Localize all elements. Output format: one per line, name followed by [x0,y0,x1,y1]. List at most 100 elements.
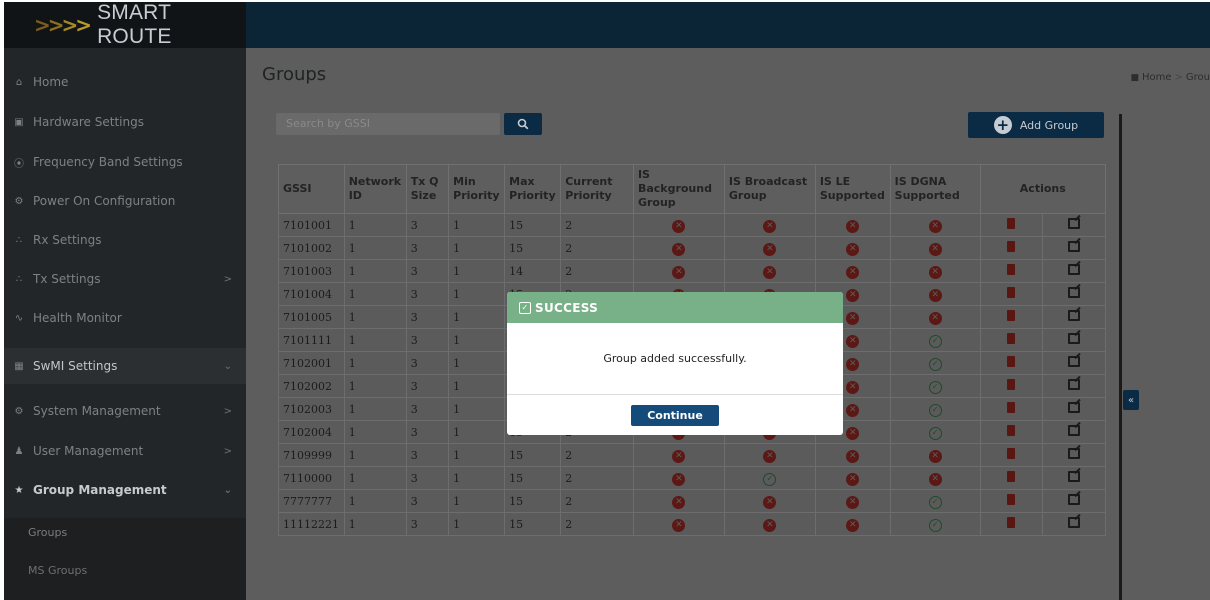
sidebar-item-system-management[interactable]: ⚙ System Management > [4,399,246,423]
cell-gssi: 7101111 [278,328,345,352]
x-circle-icon: ✕ [763,265,777,279]
edit-icon[interactable] [1068,310,1081,321]
col-header-txq-size[interactable]: Tx Q Size [405,164,450,214]
cell-broadcast: ✕ [723,236,816,260]
x-circle-icon: ✕ [846,334,860,348]
trash-icon[interactable] [1007,356,1016,367]
cell-current: 2 [560,443,634,467]
col-header-gssi[interactable]: GSSI [278,164,345,214]
cell-gssi: 7109999 [278,443,345,467]
col-header-le-supported[interactable]: IS LE Supported [814,164,891,214]
sidebar-item-home[interactable]: ⌂ Home [4,70,246,94]
x-circle-icon: ✕ [846,495,860,509]
breadcrumb-home[interactable]: Home [1142,72,1172,83]
cell-min: 1 [448,397,506,421]
brand-logo[interactable]: > > > > SMART ROUTE [4,2,246,48]
trash-icon[interactable] [1007,287,1016,298]
edit-icon[interactable] [1068,425,1081,436]
submenu-item-groups[interactable]: Groups [28,526,67,539]
edit-icon[interactable] [1068,287,1081,298]
sidebar-item-tx-settings[interactable]: ∴ Tx Settings > [4,267,246,291]
col-header-dgna-supported[interactable]: IS DGNA Supported [889,164,981,214]
cell-broadcast: ✓ [723,466,816,490]
col-header-broadcast-group[interactable]: IS Broadcast Group [723,164,816,214]
edit-icon[interactable] [1068,241,1081,252]
sidebar-item-label: System Management [33,404,161,418]
trash-icon[interactable] [1007,448,1016,459]
edit-icon[interactable] [1068,517,1081,528]
edit-icon[interactable] [1068,264,1081,275]
table-icon: ▦ [14,360,24,372]
x-circle-icon: ✕ [928,472,942,486]
edit-icon[interactable] [1068,356,1081,367]
edit-icon[interactable] [1068,471,1081,482]
sidebar-item-label: Tx Settings [33,272,101,286]
check-circle-icon: ✓ [763,472,777,486]
cell-delete [979,512,1044,536]
cell-broadcast: ✕ [723,489,816,513]
x-circle-icon: ✕ [672,518,686,532]
trash-icon[interactable] [1007,471,1016,482]
cell-edit [1042,443,1106,467]
cell-network-id: 1 [343,466,407,490]
x-circle-icon: ✕ [846,288,860,302]
x-circle-icon: ✕ [846,265,860,279]
vertical-scrollbar[interactable] [1119,114,1122,600]
cell-delete [979,213,1044,237]
table-row: 7777777 1 3 1 15 2 ✕ ✕ ✕ ✓ [278,489,1106,513]
add-group-button[interactable]: + Add Group [968,112,1104,138]
search-button[interactable] [504,113,542,135]
edit-icon[interactable] [1068,333,1081,344]
cell-txq: 3 [405,512,450,536]
breadcrumb: ■ Home > Grou [1130,72,1210,83]
sidebar-item-power-on-configuration[interactable]: ⚙ Power On Configuration [4,189,246,213]
x-circle-icon: ✕ [846,380,860,394]
edit-icon[interactable] [1068,379,1081,390]
sidebar-item-swmi-settings[interactable]: ▦ SwMI Settings ⌄ [4,348,246,384]
cell-min: 1 [448,374,506,398]
edit-icon[interactable] [1068,218,1081,229]
edit-icon[interactable] [1068,402,1081,413]
cell-gssi: 7102002 [278,374,345,398]
sidebar-item-frequency-band-settings[interactable]: ⦿ Frequency Band Settings [4,150,246,174]
trash-icon[interactable] [1007,517,1016,528]
col-header-max-priority[interactable]: Max Priority [504,164,562,214]
check-square-icon: ✓ [519,301,531,314]
trash-icon[interactable] [1007,218,1016,229]
sidebar-item-rx-settings[interactable]: ∴ Rx Settings [4,228,246,252]
x-circle-icon: ✕ [928,311,942,325]
continue-button[interactable]: Continue [631,404,719,426]
plus-circle-icon: + [993,116,1012,134]
col-header-background-group[interactable]: IS Background Group [632,164,725,214]
edit-icon[interactable] [1068,494,1081,505]
cell-current: 2 [560,489,634,513]
trash-icon[interactable] [1007,402,1016,413]
cell-dgna: ✓ [889,512,981,536]
col-header-current-priority[interactable]: Current Priority [560,164,634,214]
gear-icon: ⚙ [14,195,24,207]
search-input[interactable]: Search by GSSI [276,113,500,135]
trash-icon[interactable] [1007,494,1016,505]
trash-icon[interactable] [1007,310,1016,321]
cell-delete [979,420,1044,444]
trash-icon[interactable] [1007,264,1016,275]
col-header-network-id[interactable]: Network ID [343,164,407,214]
trash-icon[interactable] [1007,333,1016,344]
sidebar-item-health-monitor[interactable]: ∿ Health Monitor [4,306,246,330]
trash-icon[interactable] [1007,379,1016,390]
cogs-icon: ⚙ [14,405,24,417]
sidebar-item-user-management[interactable]: ♟ User Management > [4,439,246,463]
cell-edit [1042,282,1106,306]
col-header-min-priority[interactable]: Min Priority [448,164,506,214]
cell-background: ✕ [632,236,725,260]
table-row: 11112221 1 3 1 15 2 ✕ ✕ ✕ ✓ [278,512,1106,536]
trash-icon[interactable] [1007,241,1016,252]
sidebar-item-hardware-settings[interactable]: ▣ Hardware Settings [4,110,246,134]
submenu-item-ms-groups[interactable]: MS Groups [28,564,87,577]
sidebar-item-group-management[interactable]: ★ Group Management ⌄ [4,478,246,502]
collapse-panel-button[interactable]: « [1123,390,1139,410]
edit-icon[interactable] [1068,448,1081,459]
cell-gssi: 7101003 [278,259,345,283]
trash-icon[interactable] [1007,425,1016,436]
chevron-down-icon: ⌄ [223,484,232,496]
